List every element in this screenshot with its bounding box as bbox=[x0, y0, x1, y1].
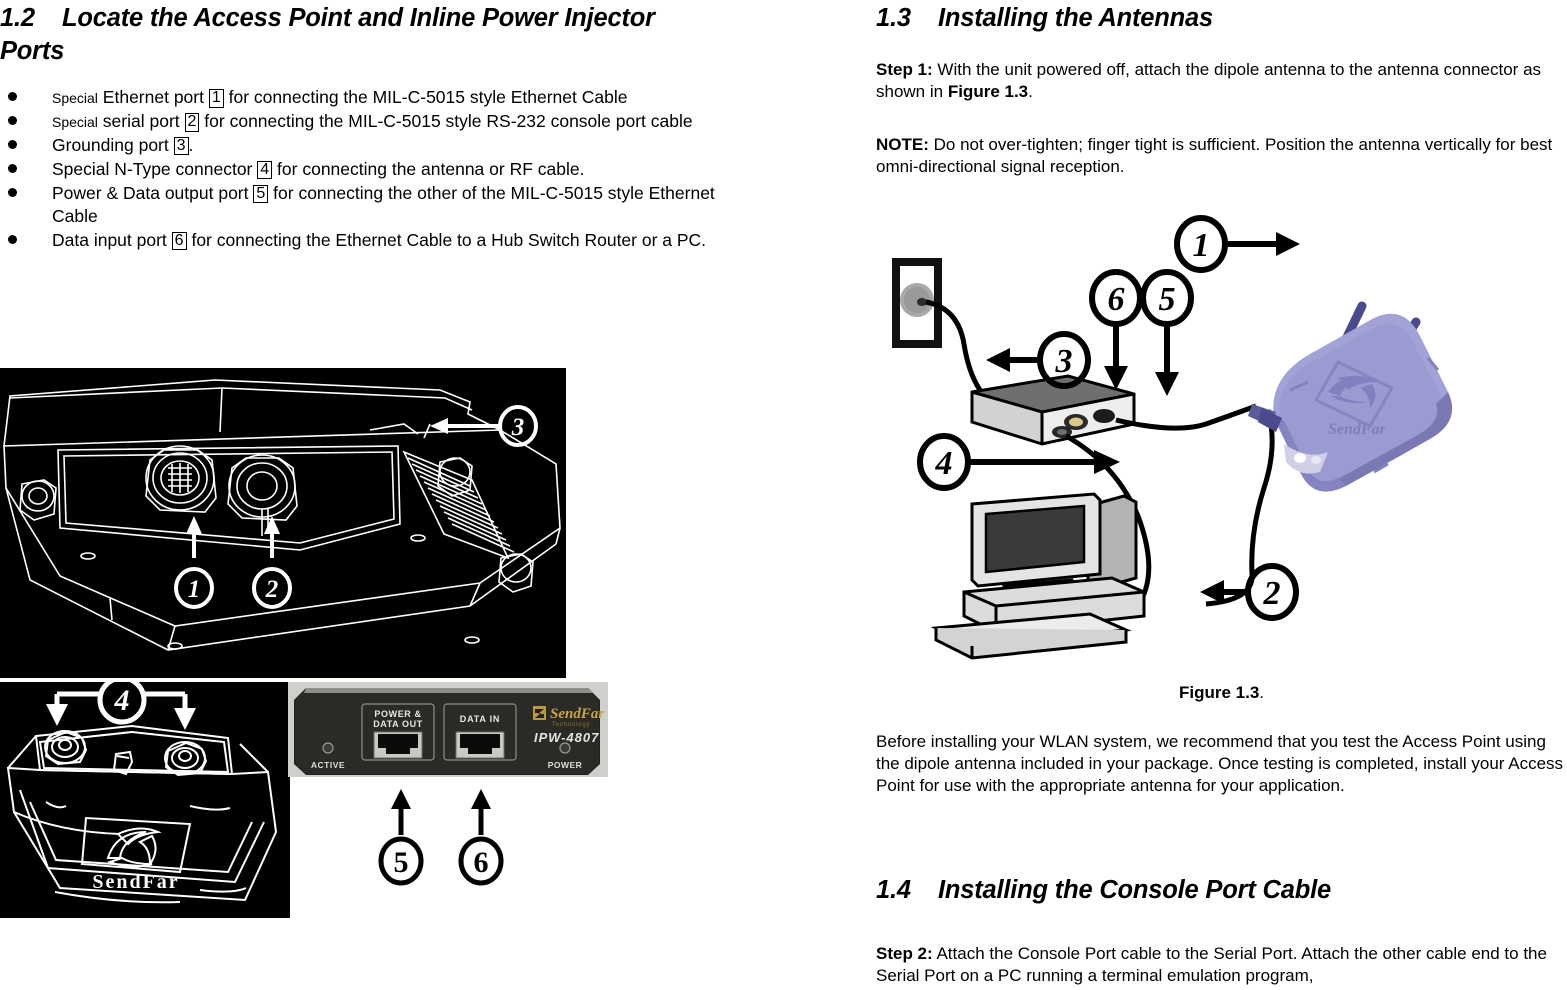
heading-1-3-number: 1.3 bbox=[876, 4, 911, 32]
step-2-text: Attach the Console Port cable to the Ser… bbox=[876, 944, 1547, 986]
bullet-text-after: for connecting the antenna or RF cable. bbox=[277, 158, 585, 179]
step-1-label: Step 1: bbox=[876, 60, 933, 79]
bullet-dot-icon bbox=[8, 92, 17, 101]
note-paragraph: NOTE: Do not over-tighten; finger tight … bbox=[876, 134, 1567, 178]
callout-box-number: 2 bbox=[184, 112, 200, 132]
callout-5-label: 5 bbox=[1159, 281, 1176, 318]
step-1-paragraph: Step 1: With the unit powered off, attac… bbox=[876, 59, 1567, 103]
callout-4-label: 4 bbox=[114, 684, 130, 717]
bullet-text-before: Special N-Type connector bbox=[52, 158, 253, 179]
led-label-active: ACTIVE bbox=[311, 760, 345, 770]
paragraph-before-installing: Before installing your WLAN system, we r… bbox=[876, 732, 1564, 796]
figure-caption-text: Figure 1.3 bbox=[1178, 683, 1260, 702]
heading-1-4-number: 1.4 bbox=[876, 876, 911, 904]
figure-caption-period: . bbox=[1259, 683, 1265, 702]
bullet-text-after: for connecting the MIL-C-5015 style Ethe… bbox=[228, 87, 628, 107]
led-label-power: POWER bbox=[548, 760, 583, 770]
access-point-brand-label: SendFar bbox=[1328, 421, 1387, 438]
port-label-power-data-out-line1: POWER & bbox=[374, 709, 421, 719]
callout-box-number: 3 bbox=[173, 136, 189, 156]
document-page: 1.2 Locate the Access Point and Inline Po… bbox=[0, 0, 1567, 990]
brand-sublabel: Technology bbox=[552, 722, 590, 728]
callout-3-label: 3 bbox=[511, 414, 525, 441]
bullet-prefix: Special bbox=[52, 113, 98, 130]
list-item: Grounding port 3. bbox=[0, 134, 720, 157]
callout-box-number: 4 bbox=[257, 160, 273, 180]
bullet-text-after: for connecting the MIL-C-5015 style RS-2… bbox=[204, 110, 693, 131]
port-label-data-in: DATA IN bbox=[460, 714, 500, 724]
figure-1-3-caption: Figure 1.3. bbox=[876, 683, 1567, 703]
heading-1-2-title: Locate the Access Point and Inline Power… bbox=[0, 4, 655, 66]
callout-box-number: 1 bbox=[208, 89, 224, 108]
bullet-text-before: Power & Data output port bbox=[52, 182, 249, 203]
callout-2-label: 2 bbox=[265, 576, 279, 603]
list-item: Special serial port 2 for connecting the… bbox=[0, 110, 720, 133]
list-item: Data input port 6 for connecting the Eth… bbox=[0, 229, 720, 252]
list-item: Special Ethernet port 1 for connecting t… bbox=[0, 86, 720, 109]
bullet-dot-icon bbox=[8, 139, 17, 149]
heading-1-2-number: 1.2 bbox=[0, 4, 35, 32]
step-1-text-2: . bbox=[1028, 82, 1033, 102]
bullet-text-before: Grounding port bbox=[52, 134, 169, 155]
callout-3-label: 3 bbox=[1055, 343, 1073, 380]
brand-label: SendFar bbox=[550, 706, 604, 722]
bullet-text-after: . bbox=[188, 134, 194, 155]
heading-1-3: 1.3 Installing the Antennas bbox=[876, 2, 1213, 35]
bullet-dot-icon bbox=[8, 115, 17, 125]
heading-1-4: 1.4 Installing the Console Port Cable bbox=[876, 874, 1567, 907]
brand-label: SendFar bbox=[92, 871, 179, 893]
callout-4-label: 4 bbox=[935, 445, 953, 482]
port-label-power-data-out-line2: DATA OUT bbox=[373, 719, 423, 729]
heading-1-2: 1.2 Locate the Access Point and Inline Po… bbox=[0, 2, 700, 68]
port-list-wrapper: Special Ethernet port 1 for connecting t… bbox=[0, 86, 720, 252]
step-1-figure-ref: Figure 1.3 bbox=[947, 82, 1029, 102]
step-2-label: Step 2: bbox=[876, 944, 933, 963]
figure-enclosure-ntype: 4 SendFar bbox=[0, 682, 290, 918]
callout-box-number: 5 bbox=[253, 184, 269, 204]
callout-6-label: 6 bbox=[1108, 281, 1125, 318]
note-text: Do not over-tighten; finger tight is suf… bbox=[876, 135, 1553, 177]
bullet-dot-icon bbox=[8, 187, 17, 197]
heading-1-4-title: Installing the Console Port Cable bbox=[938, 876, 1331, 904]
bullet-text-before: Data input port bbox=[52, 229, 167, 250]
note-label: NOTE: bbox=[876, 135, 929, 154]
bullet-dot-icon bbox=[8, 163, 17, 173]
callout-box-number: 6 bbox=[171, 231, 187, 251]
figure-power-injector: POWER & DATA OUT DATA IN SendFar Technol… bbox=[288, 682, 608, 777]
figure-enclosure-ports: 1 2 3 bbox=[0, 368, 566, 678]
figure-injector-callouts: 5 6 bbox=[288, 777, 608, 887]
list-item: Special N-Type connector 4 for connectin… bbox=[0, 158, 720, 181]
heading-1-3-title: Installing the Antennas bbox=[938, 4, 1213, 32]
bullet-dot-icon bbox=[8, 234, 17, 244]
callout-5-label: 5 bbox=[394, 846, 409, 879]
bullet-text-before: Ethernet port bbox=[102, 87, 204, 107]
bullet-text-before: serial port bbox=[102, 110, 180, 131]
bullet-text-after: for connecting the Ethernet Cable to a H… bbox=[191, 229, 707, 250]
left-column: 1.2 Locate the Access Point and Inline Po… bbox=[0, 0, 760, 990]
figure-1-3-diagram: SendFar 1 2 3 4 5 6 bbox=[876, 196, 1567, 672]
step-2-paragraph: Step 2: Attach the Console Port cable to… bbox=[876, 943, 1567, 987]
right-column: 1.3 Installing the Antennas Step 1: With … bbox=[876, 0, 1567, 990]
callout-2-label: 2 bbox=[1263, 575, 1281, 612]
bullet-prefix: Special bbox=[52, 90, 98, 106]
list-item: Power & Data output port 5 for connectin… bbox=[0, 182, 720, 228]
port-bullet-list: Special Ethernet port 1 for connecting t… bbox=[0, 86, 720, 251]
callout-1-label: 1 bbox=[188, 576, 201, 603]
callout-1-label: 1 bbox=[1193, 227, 1210, 264]
callout-6-label: 6 bbox=[474, 846, 489, 879]
